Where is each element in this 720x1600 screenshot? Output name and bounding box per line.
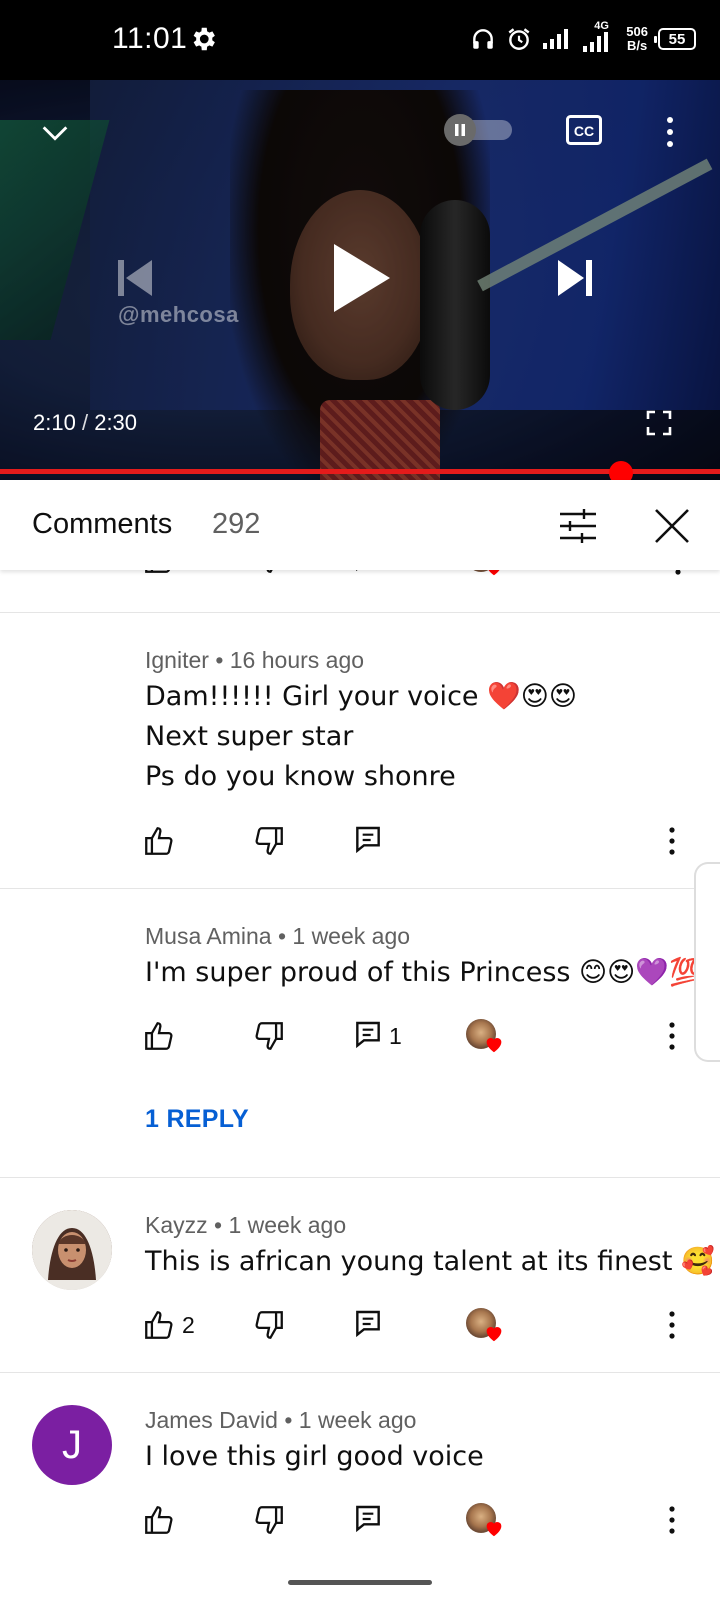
cc-label: CC bbox=[574, 123, 594, 139]
comment-line: Ps do you know shonre bbox=[145, 761, 456, 792]
heart-icon bbox=[486, 1522, 502, 1537]
autoplay-toggle[interactable] bbox=[444, 114, 516, 146]
creator-heart-icon bbox=[466, 1019, 502, 1055]
like-icon[interactable] bbox=[142, 1308, 176, 1342]
comment-item: Kayzz • 1 week ago This is african young… bbox=[0, 1178, 720, 1373]
reply-icon[interactable] bbox=[352, 1308, 384, 1340]
comment-more-icon[interactable] bbox=[666, 1019, 678, 1053]
creator-heart-icon bbox=[466, 1503, 502, 1539]
dislike-icon[interactable] bbox=[252, 570, 286, 576]
avatar-letter: J bbox=[62, 1422, 82, 1467]
alarm-icon bbox=[508, 28, 530, 50]
scroll-handle[interactable] bbox=[694, 862, 720, 1062]
comment-more-icon[interactable] bbox=[666, 1308, 678, 1342]
comment-more-icon[interactable] bbox=[672, 570, 684, 576]
comment-text: I love this girl good voice bbox=[145, 1437, 484, 1477]
comment-actions bbox=[0, 1503, 720, 1543]
like-icon[interactable] bbox=[142, 570, 176, 576]
settings-gear-icon bbox=[193, 27, 215, 51]
like-count: 2 bbox=[182, 1312, 195, 1338]
avatar[interactable]: J bbox=[32, 1405, 112, 1485]
collapse-chevron-down-icon[interactable] bbox=[38, 116, 72, 150]
comment-line: I love this girl good voice bbox=[145, 1441, 484, 1472]
avatar-illustration bbox=[32, 1210, 112, 1290]
play-icon[interactable] bbox=[332, 242, 392, 314]
reply-count: 1 bbox=[389, 1023, 402, 1049]
dislike-icon[interactable] bbox=[252, 1308, 286, 1342]
comment-author-meta: Igniter • 16 hours ago bbox=[145, 647, 365, 673]
comment-author-meta: Kayzz • 1 week ago bbox=[145, 1212, 347, 1238]
headphones-icon bbox=[473, 29, 494, 49]
dislike-icon[interactable] bbox=[252, 1019, 286, 1053]
comment-actions: 1 bbox=[0, 1019, 720, 1059]
current-time: 2:10 bbox=[33, 410, 76, 435]
comment-actions bbox=[0, 824, 720, 864]
signal-4g-icon: 4G bbox=[582, 20, 616, 54]
like-icon[interactable] bbox=[142, 1019, 176, 1053]
comment-text: I'm super proud of this Princess 😊😍💜💯 bbox=[145, 953, 703, 993]
reply-icon[interactable] bbox=[352, 824, 384, 856]
comment-text: Dam!!!!!! Girl your voice ❤️😍😍 Next supe… bbox=[145, 677, 577, 797]
comment-line: I'm super proud of this Princess 😊😍💜💯 bbox=[145, 957, 703, 988]
video-time: 2:10 / 2:30 bbox=[33, 410, 137, 436]
duration: 2:30 bbox=[94, 410, 138, 435]
comment-text: This is african young talent at its fine… bbox=[145, 1242, 715, 1282]
video-player[interactable]: CC @mehcosa 2:10 / 2:30 bbox=[0, 80, 720, 480]
heart-icon bbox=[486, 1327, 502, 1342]
comments-list[interactable]: Igniter • 16 hours ago Dam!!!!!! Girl yo… bbox=[0, 570, 720, 1566]
comments-header: Comments 292 bbox=[0, 480, 720, 570]
status-icons: 4G 506 B/s 55 bbox=[470, 20, 696, 56]
fullscreen-icon[interactable] bbox=[646, 410, 672, 436]
signal-icon bbox=[543, 29, 569, 49]
comment-line: This is african young talent at its fine… bbox=[145, 1246, 715, 1277]
comment-line: Next super star bbox=[145, 721, 354, 752]
comment-item: Igniter • 16 hours ago Dam!!!!!! Girl yo… bbox=[0, 613, 720, 889]
reply-icon[interactable] bbox=[352, 1019, 384, 1051]
video-watermark: @mehcosa bbox=[118, 302, 239, 327]
dislike-icon[interactable] bbox=[252, 1503, 286, 1537]
comment-author-meta: James David • 1 week ago bbox=[145, 1407, 417, 1433]
creator-heart-icon bbox=[466, 1308, 502, 1344]
captions-cc-icon[interactable]: CC bbox=[566, 115, 602, 145]
scrubber-handle[interactable] bbox=[609, 461, 633, 480]
sort-filter-icon[interactable] bbox=[558, 506, 598, 546]
dislike-icon[interactable] bbox=[252, 824, 286, 858]
comment-item: Musa Amina • 1 week ago I'm super proud … bbox=[0, 889, 720, 1177]
more-options-icon[interactable] bbox=[660, 114, 680, 150]
close-icon[interactable] bbox=[652, 506, 692, 546]
avatar[interactable] bbox=[32, 1210, 112, 1290]
partial-action-row bbox=[0, 570, 720, 582]
reply-icon[interactable] bbox=[352, 570, 384, 574]
previous-icon[interactable] bbox=[116, 258, 156, 298]
comment-actions: 2 bbox=[0, 1308, 720, 1348]
status-time: 11:01 bbox=[112, 22, 188, 55]
like-icon[interactable] bbox=[142, 1503, 176, 1537]
comment-item: J James David • 1 week ago I love this g… bbox=[0, 1373, 720, 1566]
comment-more-icon[interactable] bbox=[666, 1503, 678, 1537]
comments-count: 292 bbox=[212, 508, 261, 540]
creator-heart-icon bbox=[466, 570, 502, 578]
gesture-nav-bar bbox=[0, 1566, 720, 1600]
network-speed: 506 B/s bbox=[626, 24, 648, 53]
status-bar: 11:01 4G 506 B/s 55 bbox=[0, 0, 720, 80]
comment-author-meta: Musa Amina • 1 week ago bbox=[145, 923, 411, 949]
comment-more-icon[interactable] bbox=[666, 824, 678, 858]
next-icon[interactable] bbox=[554, 258, 594, 298]
reply-icon[interactable] bbox=[352, 1503, 384, 1535]
like-icon[interactable] bbox=[142, 824, 176, 858]
heart-icon bbox=[488, 570, 500, 576]
heart-icon bbox=[486, 1038, 502, 1053]
time-separator: / bbox=[81, 410, 89, 435]
battery-indicator: 55 bbox=[654, 28, 696, 50]
home-indicator[interactable] bbox=[288, 1580, 432, 1585]
comment-line: Dam!!!!!! Girl your voice ❤️😍😍 bbox=[145, 681, 578, 712]
pause-icon bbox=[444, 114, 476, 146]
view-replies-link[interactable]: 1 REPLY bbox=[145, 1105, 249, 1134]
comments-title: Comments bbox=[32, 508, 173, 540]
